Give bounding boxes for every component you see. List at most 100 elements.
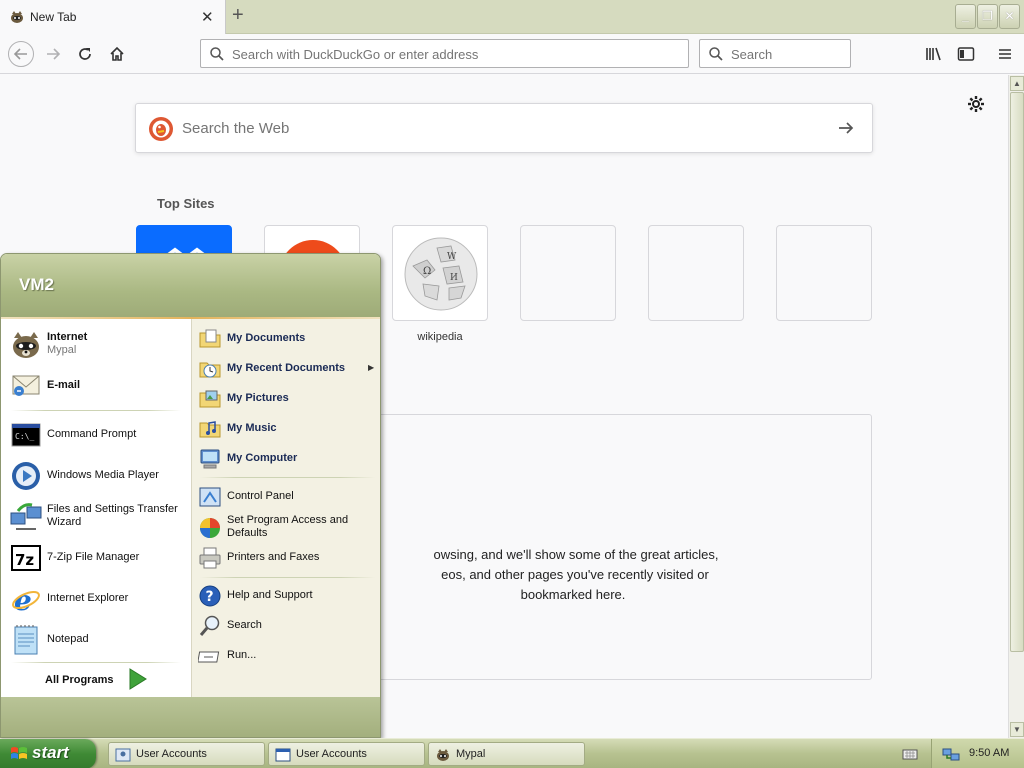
sidebar-button[interactable] <box>954 42 978 66</box>
start-menu: VM2 Internet Mypal E-mail C:\_ Command P… <box>0 253 381 738</box>
start-search[interactable]: Search <box>198 613 378 639</box>
back-button[interactable] <box>8 41 34 67</box>
email-envelope-icon <box>10 369 42 401</box>
top-site-label-wikipedia: wikipedia <box>417 331 463 343</box>
start-item-7zip[interactable]: 7z 7-Zip File Manager <box>9 540 187 576</box>
start-item-label: 7-Zip File Manager <box>47 551 140 563</box>
start-item-internet[interactable]: Internet Mypal <box>9 327 187 363</box>
transfer-wizard-icon <box>10 501 42 533</box>
help-label: Search <box>227 619 262 631</box>
start-item-files-settings-transfer[interactable]: Files and Settings Transfer Wizard <box>9 499 187 535</box>
start-item-label: Command Prompt <box>47 428 137 440</box>
start-item-internet-explorer[interactable]: e Internet Explorer <box>9 581 187 617</box>
taskbar-button-user-accounts[interactable]: User Accounts <box>108 742 265 766</box>
window-minimize-button[interactable]: _ <box>955 4 976 29</box>
network-icon[interactable] <box>942 746 960 765</box>
gear-icon[interactable] <box>967 95 985 116</box>
search-go-arrow-icon[interactable] <box>836 118 856 141</box>
taskbar-button-label: User Accounts <box>296 748 367 760</box>
web-search-input[interactable] <box>182 120 822 137</box>
start-item-windows-media-player[interactable]: Windows Media Player <box>9 458 187 494</box>
back-arrow-icon <box>13 48 27 60</box>
library-icon <box>926 47 941 61</box>
top-site-empty-tile <box>520 225 616 321</box>
keyboard-icon[interactable] <box>902 746 918 765</box>
recent-documents-icon <box>198 357 222 381</box>
raccoon-favicon-icon <box>9 9 25 28</box>
start-item-label: E-mail <box>47 379 81 391</box>
place-label: My Documents <box>227 332 306 344</box>
setting-label: Control Panel <box>227 490 294 502</box>
start-menu-places-pane: My Documents My Recent Documents ▶ My Pi… <box>191 319 380 697</box>
new-tab-plus-icon[interactable]: + <box>232 5 244 25</box>
internet-explorer-icon: e <box>10 583 42 617</box>
top-site-tile-wikipedia[interactable]: Ω W И <box>392 225 488 321</box>
start-item-sublabel: Mypal <box>47 344 77 356</box>
scrollbar-thumb[interactable] <box>1010 92 1024 652</box>
setting-printers-and-faxes[interactable]: Printers and Faxes <box>198 545 378 571</box>
my-computer-icon <box>198 447 222 471</box>
address-input[interactable] <box>232 46 672 62</box>
separator <box>200 477 375 478</box>
top-site-empty-tile <box>776 225 872 321</box>
windows-flag-icon <box>10 745 28 766</box>
home-button[interactable] <box>105 42 129 66</box>
start-item-notepad[interactable]: Notepad <box>9 622 187 658</box>
library-button[interactable] <box>922 42 946 66</box>
search-bar[interactable] <box>699 39 851 68</box>
separator <box>11 410 181 411</box>
start-run[interactable]: Run... <box>197 643 378 669</box>
taskbar-button-user-accounts[interactable]: User Accounts <box>268 742 425 766</box>
search-input[interactable] <box>731 46 841 62</box>
window-restore-button[interactable]: ❐ <box>977 4 998 29</box>
printer-icon <box>198 546 222 570</box>
place-my-computer[interactable]: My Computer <box>198 446 378 472</box>
vertical-scrollbar[interactable]: ▲ ▼ <box>1008 75 1024 738</box>
setting-label: Printers and Faxes <box>227 551 320 563</box>
forward-button[interactable] <box>41 42 65 66</box>
place-label: My Computer <box>227 452 298 464</box>
window-close-button[interactable]: ✕ <box>999 4 1020 29</box>
navigation-toolbar <box>0 34 1024 74</box>
place-my-documents[interactable]: My Documents <box>198 326 378 352</box>
taskbar-button-mypal[interactable]: Mypal <box>428 742 585 766</box>
start-item-command-prompt[interactable]: C:\_ Command Prompt <box>9 417 187 453</box>
place-my-pictures[interactable]: My Pictures <box>198 386 378 412</box>
clock[interactable]: 9:50 AM <box>969 747 1009 759</box>
separator <box>11 662 181 663</box>
svg-text:?: ? <box>206 589 214 605</box>
run-icon <box>197 644 222 668</box>
setting-control-panel[interactable]: Control Panel <box>198 484 378 510</box>
all-programs-button[interactable]: All Programs <box>45 674 113 686</box>
help-and-support[interactable]: ? Help and Support <box>198 583 378 609</box>
address-bar[interactable] <box>200 39 689 68</box>
minimize-icon: _ <box>962 9 969 23</box>
media-player-icon <box>10 460 42 492</box>
all-programs-arrow-icon[interactable] <box>128 668 148 693</box>
place-label: My Recent Documents <box>227 362 345 374</box>
svg-text:W: W <box>447 252 457 262</box>
setting-label: Set Program Access and Defaults <box>227 514 349 539</box>
place-my-music[interactable]: My Music <box>198 416 378 442</box>
scroll-down-icon[interactable]: ▼ <box>1010 722 1024 737</box>
menu-button[interactable] <box>993 42 1017 66</box>
place-my-recent-documents[interactable]: My Recent Documents ▶ <box>198 356 378 382</box>
seven-zip-icon: 7z <box>10 542 42 574</box>
submenu-arrow-icon: ▶ <box>368 363 375 372</box>
tab-new-tab[interactable]: New Tab ✕ <box>0 0 226 34</box>
setting-program-access[interactable]: Set Program Access and Defaults <box>198 512 378 544</box>
svg-text:Ω: Ω <box>423 266 431 277</box>
system-tray: 9:50 AM <box>931 739 1024 768</box>
tab-close-icon[interactable]: ✕ <box>201 8 214 26</box>
start-item-label: Internet Explorer <box>47 592 129 604</box>
svg-text:C:\_: C:\_ <box>15 432 34 441</box>
top-site-empty-tile <box>648 225 744 321</box>
tab-title: New Tab <box>30 10 77 24</box>
reload-button[interactable] <box>73 42 97 66</box>
help-icon: ? <box>198 584 222 608</box>
help-label: Help and Support <box>227 589 313 601</box>
start-button[interactable]: start <box>0 739 96 768</box>
start-item-email[interactable]: E-mail <box>9 367 187 403</box>
scroll-up-icon[interactable]: ▲ <box>1010 76 1024 91</box>
web-search-box[interactable] <box>135 103 873 153</box>
